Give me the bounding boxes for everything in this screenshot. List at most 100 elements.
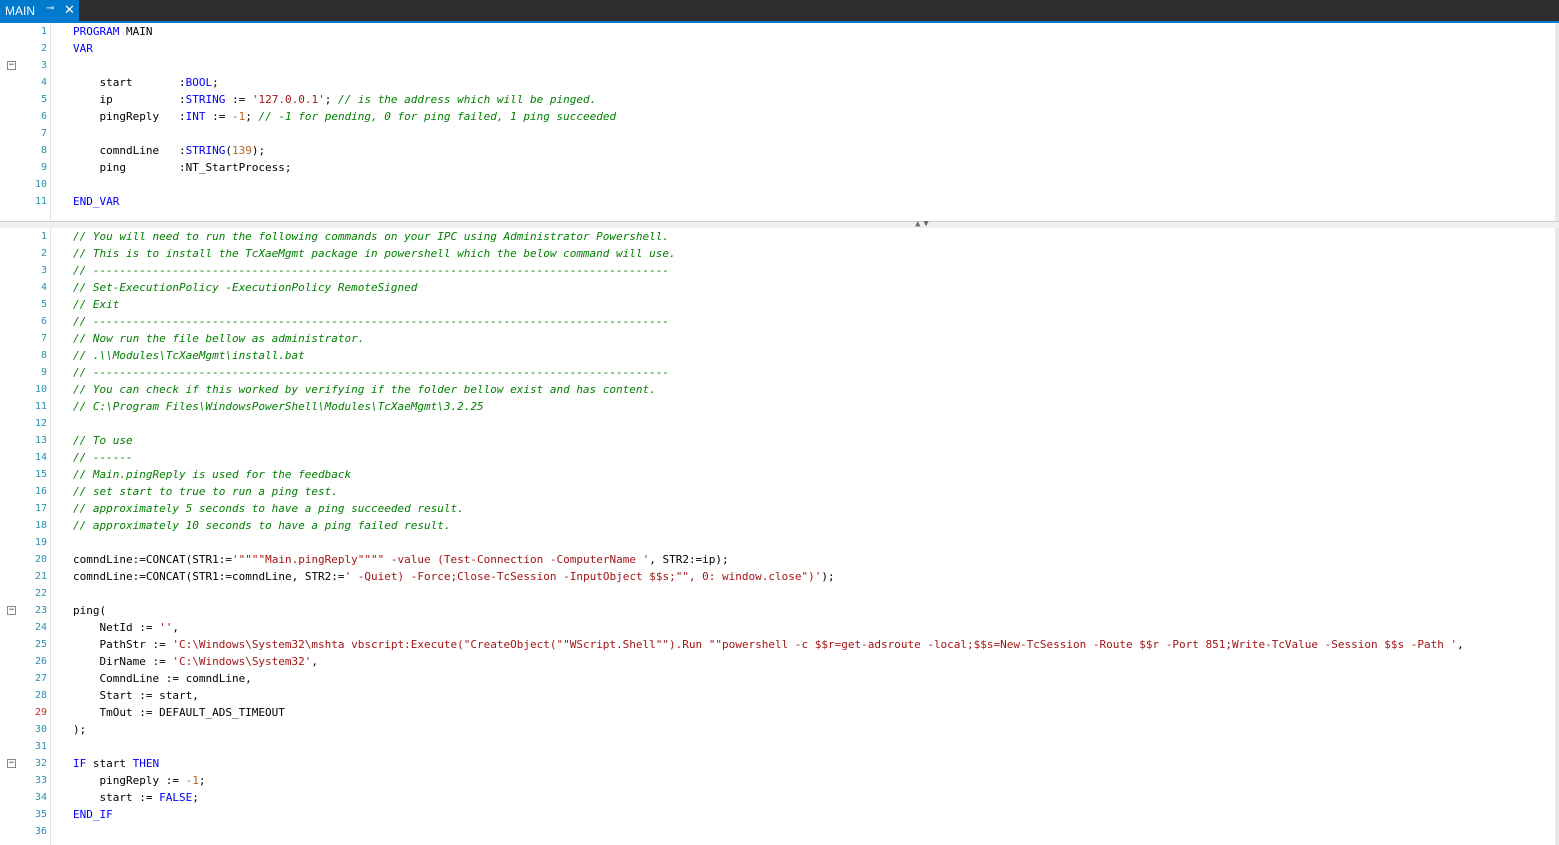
code-text[interactable]: ComndLine := comndLine,	[73, 670, 251, 687]
code-line[interactable]: 28 Start := start,	[0, 687, 1559, 704]
code-text[interactable]: // Main.pingReply is used for the feedba…	[73, 466, 351, 483]
code-line[interactable]: 12	[0, 415, 1559, 432]
code-text[interactable]: // Exit	[73, 296, 119, 313]
code-line[interactable]: 10	[0, 176, 1559, 193]
code-text[interactable]: // approximately 5 seconds to have a pin…	[73, 500, 464, 517]
line-number: 13	[34, 435, 47, 446]
code-text[interactable]: // -------------------------------------…	[73, 364, 669, 381]
code-line[interactable]: 5 ip :STRING := '127.0.0.1'; // is the a…	[0, 91, 1559, 108]
code-text[interactable]: // You will need to run the following co…	[73, 228, 669, 245]
code-text[interactable]: start :BOOL;	[73, 74, 218, 91]
line-number: 3	[40, 265, 47, 276]
code-text[interactable]: comndLine:=CONCAT(STR1:='""""Main.pingRe…	[73, 551, 729, 568]
code-line[interactable]: 27 ComndLine := comndLine,	[0, 670, 1559, 687]
pin-icon[interactable]: ⊸	[46, 3, 54, 14]
code-text[interactable]: NetId := '',	[73, 619, 178, 636]
code-line[interactable]: 33 pingReply := -1;	[0, 772, 1559, 789]
code-line[interactable]: 5 // Exit	[0, 296, 1559, 313]
code-text[interactable]: Start := start,	[73, 687, 198, 704]
close-icon[interactable]: ✕	[64, 2, 75, 18]
code-text[interactable]: VAR	[73, 40, 93, 57]
code-text[interactable]: // set start to true to run a ping test.	[73, 483, 338, 500]
code-line[interactable]: 2 // This is to install the TcXaeMgmt pac…	[0, 245, 1559, 262]
code-text[interactable]: PROGRAM MAIN	[73, 23, 152, 40]
line-number: 34	[34, 792, 47, 803]
code-text[interactable]: start := FALSE;	[73, 789, 198, 806]
code-line[interactable]: 15 // Main.pingReply is used for the feed…	[0, 466, 1559, 483]
code-line[interactable]: 1 PROGRAM MAIN	[0, 23, 1559, 40]
code-line[interactable]: 36	[0, 823, 1559, 840]
fold-toggle-icon[interactable]: −	[7, 606, 16, 615]
code-line[interactable]: 2 VAR	[0, 40, 1559, 57]
code-text[interactable]: comndLine:=CONCAT(STR1:=comndLine, STR2:…	[73, 568, 835, 585]
code-text[interactable]: // To use	[73, 432, 133, 449]
code-text[interactable]: );	[73, 721, 86, 738]
code-text[interactable]: pingReply :INT := -1; // -1 for pending,…	[73, 108, 616, 125]
code-text[interactable]: // Set-ExecutionPolicy -ExecutionPolicy …	[73, 279, 417, 296]
code-text[interactable]: ip :STRING := '127.0.0.1'; // is the add…	[73, 91, 596, 108]
code-line[interactable]: 30);	[0, 721, 1559, 738]
code-line[interactable]: 23− ping(	[0, 602, 1559, 619]
code-line[interactable]: 22	[0, 585, 1559, 602]
code-line[interactable]: 24 NetId := '',	[0, 619, 1559, 636]
fold-toggle-icon[interactable]: −	[7, 61, 16, 70]
code-line[interactable]: 25 PathStr := 'C:\Windows\System32\mshta…	[0, 636, 1559, 653]
code-text[interactable]: // C:\Program Files\WindowsPowerShell\Mo…	[73, 398, 484, 415]
code-text[interactable]: ping :NT_StartProcess;	[73, 159, 291, 176]
code-line[interactable]: 20 comndLine:=CONCAT(STR1:='""""Main.ping…	[0, 551, 1559, 568]
code-line[interactable]: 7	[0, 125, 1559, 142]
line-number: 9	[40, 162, 47, 173]
code-line[interactable]: 31	[0, 738, 1559, 755]
line-number: 24	[34, 622, 47, 633]
code-text[interactable]: DirName := 'C:\Windows\System32',	[73, 653, 318, 670]
code-text[interactable]: PathStr := 'C:\Windows\System32\mshta vb…	[73, 636, 1463, 653]
code-line[interactable]: 14 // ------	[0, 449, 1559, 466]
code-text[interactable]: // Now run the file bellow as administra…	[73, 330, 364, 347]
code-line[interactable]: 4 start :BOOL;	[0, 74, 1559, 91]
implementation-editor[interactable]: 1 // You will need to run the following c…	[0, 228, 1559, 845]
code-line[interactable]: 34 start := FALSE;	[0, 789, 1559, 806]
code-line[interactable]: 6 pingReply :INT := -1; // -1 for pendin…	[0, 108, 1559, 125]
line-number: 6	[40, 316, 47, 327]
code-line[interactable]: 3 // ------------------------------------…	[0, 262, 1559, 279]
code-line[interactable]: 11 // C:\Program Files\WindowsPowerShell\…	[0, 398, 1559, 415]
code-line[interactable]: 9 // ------------------------------------…	[0, 364, 1559, 381]
code-text[interactable]: // -------------------------------------…	[73, 262, 669, 279]
code-line[interactable]: 18 // approximately 10 seconds to have a …	[0, 517, 1559, 534]
code-line[interactable]: 32− IF start THEN	[0, 755, 1559, 772]
code-line[interactable]: 26 DirName := 'C:\Windows\System32',	[0, 653, 1559, 670]
code-text[interactable]: END_VAR	[73, 193, 119, 210]
code-line[interactable]: 13 // To use	[0, 432, 1559, 449]
code-line[interactable]: 16 // set start to true to run a ping tes…	[0, 483, 1559, 500]
code-text[interactable]: ping(	[73, 602, 106, 619]
code-text[interactable]: END_IF	[73, 806, 113, 823]
fold-toggle-icon[interactable]: −	[7, 759, 16, 768]
code-line[interactable]: 17 // approximately 5 seconds to have a p…	[0, 500, 1559, 517]
code-line[interactable]: 3−	[0, 57, 1559, 74]
code-text[interactable]: comndLine :STRING(139);	[73, 142, 265, 159]
code-text[interactable]: // -------------------------------------…	[73, 313, 669, 330]
code-text[interactable]: // You can check if this worked by verif…	[73, 381, 656, 398]
tab-main[interactable]: MAIN ⊸ ✕	[0, 0, 79, 21]
code-line[interactable]: 21 comndLine:=CONCAT(STR1:=comndLine, STR…	[0, 568, 1559, 585]
code-line[interactable]: 10 // You can check if this worked by ver…	[0, 381, 1559, 398]
code-line[interactable]: 35 END_IF	[0, 806, 1559, 823]
code-line[interactable]: 8 comndLine :STRING(139);	[0, 142, 1559, 159]
code-text[interactable]: // This is to install the TcXaeMgmt pack…	[73, 245, 676, 262]
code-text[interactable]: TmOut := DEFAULT_ADS_TIMEOUT	[73, 704, 284, 721]
code-line[interactable]: 7 // Now run the file bellow as administr…	[0, 330, 1559, 347]
code-line[interactable]: 11 END_VAR	[0, 193, 1559, 210]
code-text[interactable]: pingReply := -1;	[73, 772, 205, 789]
code-line[interactable]: 19	[0, 534, 1559, 551]
code-line[interactable]: 6 // ------------------------------------…	[0, 313, 1559, 330]
code-line[interactable]: 1 // You will need to run the following c…	[0, 228, 1559, 245]
code-line[interactable]: 29 TmOut := DEFAULT_ADS_TIMEOUT	[0, 704, 1559, 721]
declaration-editor[interactable]: 1 PROGRAM MAIN 2 VAR 3−4 start :BOOL; 5 ip :S…	[0, 23, 1559, 221]
code-line[interactable]: 4 // Set-ExecutionPolicy -ExecutionPolicy…	[0, 279, 1559, 296]
code-text[interactable]: // .\\Modules\TcXaeMgmt\install.bat	[73, 347, 305, 364]
code-text[interactable]: IF start THEN	[73, 755, 159, 772]
code-line[interactable]: 8 // .\\Modules\TcXaeMgmt\install.bat	[0, 347, 1559, 364]
code-text[interactable]: // approximately 10 seconds to have a pi…	[73, 517, 451, 534]
code-text[interactable]: // ------	[73, 449, 133, 466]
code-line[interactable]: 9 ping :NT_StartProcess;	[0, 159, 1559, 176]
